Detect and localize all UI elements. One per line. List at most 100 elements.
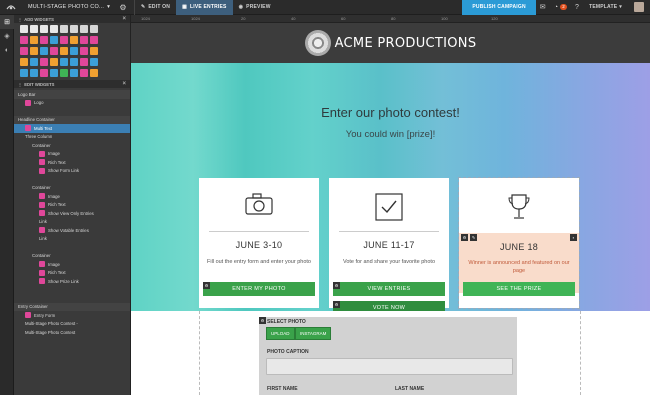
widget-tile-icon[interactable] [70, 36, 78, 44]
instagram-button[interactable]: INSTAGRAM [295, 327, 332, 340]
widget-tile-icon[interactable] [60, 47, 68, 55]
campaign-title-dropdown[interactable]: MULTI-STAGE PHOTO CO... ▾ [22, 0, 112, 15]
upload-button[interactable]: UPLOAD [266, 327, 295, 340]
close-icon[interactable]: × [122, 16, 126, 22]
widget-tree-item[interactable]: Image [14, 260, 130, 269]
photo-caption-input[interactable] [266, 358, 513, 375]
widget-tile-icon[interactable] [50, 69, 58, 77]
widget-tile-icon[interactable] [40, 69, 48, 77]
widget-tile-icon[interactable] [20, 58, 28, 66]
widget-tile-icon[interactable] [20, 69, 28, 77]
step-card-2[interactable]: JUNE 11-17 Vote for and share your favor… [329, 178, 449, 315]
template-dropdown[interactable]: TEMPLATE ▾ [583, 0, 628, 15]
settings-gear-icon[interactable]: ⚙ [461, 234, 468, 241]
hero-subtitle[interactable]: You could win [prize]! [131, 129, 650, 140]
widget-handle-icon[interactable]: ⚙ [333, 282, 340, 289]
widget-tile-icon[interactable] [40, 58, 48, 66]
widget-tile-icon[interactable] [70, 25, 78, 33]
widget-tree-item[interactable]: Container [14, 252, 130, 261]
widget-tree-item[interactable]: Entry Container [14, 302, 130, 311]
widget-tile-icon[interactable] [60, 25, 68, 33]
widget-tile-icon[interactable] [50, 47, 58, 55]
widget-tree-item[interactable]: Container [14, 141, 130, 150]
logo-bar[interactable]: ACME PRODUCTIONS [131, 23, 650, 63]
widget-tile-icon[interactable] [90, 36, 98, 44]
widget-tree-item[interactable]: Show View Only Entries [14, 209, 130, 218]
widget-tree-item[interactable]: Link [14, 235, 130, 244]
widget-tile-icon[interactable] [80, 69, 88, 77]
widget-tile-icon[interactable] [30, 47, 38, 55]
palette-icon[interactable]: ◐ [0, 43, 14, 57]
widget-tile-icon[interactable] [20, 25, 28, 33]
step-card-1[interactable]: JUNE 3-10 Fill out the entry form and en… [199, 178, 319, 308]
widget-tree-item[interactable]: Show Form Link [14, 167, 130, 176]
widget-handle-icon[interactable]: ⚙ [203, 282, 210, 289]
widget-tile-icon[interactable] [30, 25, 38, 33]
view-entries-button[interactable]: VIEW ENTRIES [333, 282, 445, 296]
notifications-button[interactable]: ◔ 2 [550, 0, 571, 15]
preview-button[interactable]: ◉ PREVIEW [233, 0, 277, 15]
widget-tile-icon[interactable] [90, 69, 98, 77]
widget-tile-icon[interactable] [30, 58, 38, 66]
edit-on-button[interactable]: ✎ EDIT ON [135, 0, 176, 15]
widget-tile-icon[interactable] [70, 58, 78, 66]
app-logo-icon[interactable] [0, 0, 22, 15]
widget-tile-icon[interactable] [30, 69, 38, 77]
widget-tile-icon[interactable] [90, 58, 98, 66]
delete-icon[interactable]: ▪ [570, 234, 577, 241]
widget-tile-icon[interactable] [60, 36, 68, 44]
widget-tile-icon[interactable] [90, 47, 98, 55]
widget-tree-item[interactable]: Link [14, 218, 130, 227]
add-widget-icon[interactable]: ⊞ [0, 15, 14, 29]
widget-tree-item[interactable]: Rich Text [14, 269, 130, 278]
widget-tree-item[interactable]: Image [14, 150, 130, 159]
widget-tile-icon[interactable] [40, 47, 48, 55]
widget-tile-icon[interactable] [70, 69, 78, 77]
widget-tree-item[interactable]: Rich Text [14, 201, 130, 210]
avatar[interactable] [634, 2, 644, 12]
headline-container[interactable]: Enter our photo contest! You could win [… [131, 63, 650, 315]
widget-tile-icon[interactable] [80, 58, 88, 66]
live-entries-button[interactable]: ▦ LIVE ENTRIES [176, 0, 233, 15]
widget-tree-item[interactable]: Logo Bar [14, 90, 130, 99]
widget-tile-icon[interactable] [30, 36, 38, 44]
widget-tile-icon[interactable] [80, 47, 88, 55]
edit-pencil-icon[interactable]: ✎ [470, 234, 477, 241]
widget-tree-item[interactable]: Three Column [14, 133, 130, 142]
publish-campaign-button[interactable]: PUBLISH CAMPAIGN [462, 0, 536, 15]
widget-tree-item[interactable]: Logo [14, 99, 130, 108]
widget-tree-item[interactable]: Container [14, 184, 130, 193]
widget-handle-icon[interactable]: ⚙ [259, 317, 266, 324]
settings-gear-icon[interactable]: ⚙ [112, 0, 134, 15]
widget-tile-icon[interactable] [20, 47, 28, 55]
widget-tree-item[interactable]: Headline Container [14, 115, 130, 124]
widget-tile-icon[interactable] [60, 58, 68, 66]
step-card-3[interactable]: ⚙ ✎ ▪ JUNE 18 Winner is announced and fe… [458, 177, 580, 309]
widget-tree-item[interactable]: Entry Form [14, 311, 130, 320]
widget-tile-icon[interactable] [60, 69, 68, 77]
widget-tile-icon[interactable] [40, 25, 48, 33]
layers-icon[interactable]: ◈ [0, 29, 14, 43]
widget-tile-icon[interactable] [40, 36, 48, 44]
widget-tree-item[interactable]: Rich Text [14, 158, 130, 167]
see-the-prize-button[interactable]: SEE THE PRIZE [463, 282, 575, 296]
enter-my-photo-button[interactable]: ENTER MY PHOTO [203, 282, 315, 296]
entry-form[interactable]: ⚙ SELECT PHOTO UPLOAD INSTAGRAM PHOTO CA… [259, 317, 517, 395]
widget-handle-icon[interactable]: ⚙ [333, 301, 340, 308]
widget-tree-item[interactable]: Multi-Stage Photo Contest - [14, 320, 130, 329]
widget-tree-item[interactable]: Multi-Stage Photo Contest [14, 328, 130, 337]
widget-tile-icon[interactable] [50, 36, 58, 44]
mail-icon[interactable]: ✉ [536, 0, 550, 15]
widget-tile-icon[interactable] [70, 47, 78, 55]
widget-tree-item[interactable]: Show Prize Link [14, 277, 130, 286]
widget-tree-item[interactable]: Multi Text [14, 124, 130, 133]
widget-tile-icon[interactable] [20, 36, 28, 44]
widget-tile-icon[interactable] [80, 25, 88, 33]
close-icon[interactable]: × [122, 81, 126, 87]
widget-tile-icon[interactable] [50, 58, 58, 66]
hero-title[interactable]: Enter our photo contest! [131, 105, 650, 120]
widget-tile-icon[interactable] [50, 25, 58, 33]
widget-tile-icon[interactable] [90, 25, 98, 33]
widget-tree-item[interactable]: Image [14, 192, 130, 201]
help-icon[interactable]: ? [571, 0, 583, 15]
